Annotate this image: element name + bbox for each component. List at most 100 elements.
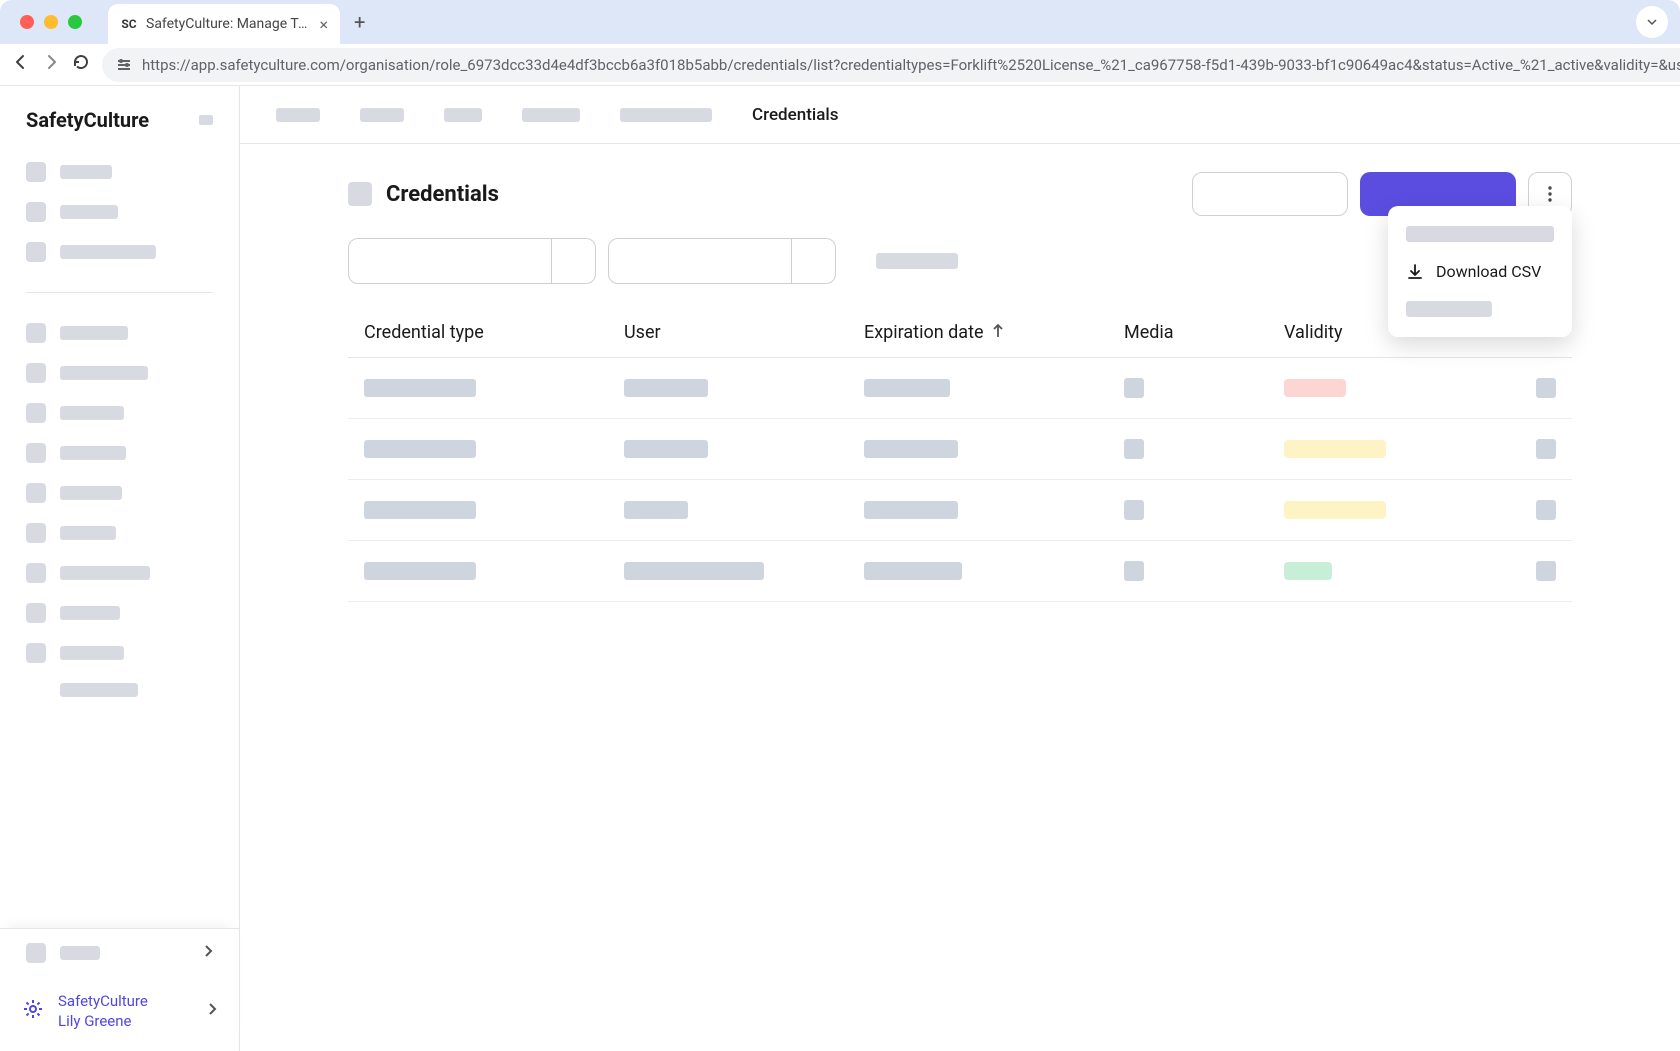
top-tab[interactable]: [276, 108, 320, 122]
row-action-button[interactable]: [1536, 561, 1556, 581]
nav-group-primary: [0, 142, 239, 282]
minimize-window-icon[interactable]: [44, 15, 58, 29]
nav-item[interactable]: [26, 313, 213, 353]
sidebar-bottom: SafetyCulture Lily Greene: [0, 928, 239, 1051]
nav-icon-placeholder: [26, 162, 46, 182]
address-bar[interactable]: https://app.safetyculture.com/organisati…: [102, 48, 1680, 82]
nav-label-placeholder: [60, 446, 126, 460]
cell-placeholder: [624, 562, 764, 580]
nav-icon-placeholder: [26, 643, 46, 663]
url-text: https://app.safetyculture.com/organisati…: [142, 56, 1680, 74]
nav-label-placeholder: [60, 946, 100, 960]
sidebar-collapse-icon[interactable]: [199, 115, 213, 125]
sidebar-bottom-item[interactable]: [0, 929, 239, 977]
nav-item[interactable]: [26, 353, 213, 393]
row-action-button[interactable]: [1536, 439, 1556, 459]
validity-badge-expiring: [1284, 440, 1386, 458]
top-tabs: Credentials: [240, 86, 1680, 144]
nav-item[interactable]: [26, 553, 213, 593]
nav-icon-placeholder: [26, 943, 46, 963]
column-header-expiration-label: Expiration date: [864, 322, 984, 343]
nav-icon-placeholder: [26, 483, 46, 503]
nav-item[interactable]: [26, 473, 213, 513]
nav-item[interactable]: [26, 192, 213, 232]
nav-icon-placeholder: [26, 603, 46, 623]
add-filter-button[interactable]: [876, 253, 958, 269]
filter-chip[interactable]: [348, 238, 552, 284]
nav-item[interactable]: [26, 433, 213, 473]
nav-item[interactable]: [26, 513, 213, 553]
filter-chip[interactable]: [608, 238, 792, 284]
forward-button[interactable]: [42, 53, 60, 76]
cell-placeholder: [864, 440, 958, 458]
media-placeholder: [1124, 561, 1144, 581]
org-info: SafetyCulture Lily Greene: [58, 991, 148, 1032]
nav-label-placeholder: [60, 606, 120, 620]
browser-chrome: SC SafetyCulture: Manage Teams and... × …: [0, 0, 1680, 86]
menu-item-label: Download CSV: [1436, 262, 1541, 281]
secondary-action-button[interactable]: [1192, 172, 1348, 216]
table-row[interactable]: [348, 419, 1572, 480]
row-action-button[interactable]: [1536, 378, 1556, 398]
maximize-window-icon[interactable]: [68, 15, 82, 29]
tab-overflow-button[interactable]: [1636, 6, 1668, 38]
media-placeholder: [1124, 378, 1144, 398]
nav-item[interactable]: [26, 633, 213, 673]
org-switcher[interactable]: SafetyCulture Lily Greene: [0, 977, 239, 1051]
filter-chip-toggle[interactable]: [792, 238, 836, 284]
tab-title: SafetyCulture: Manage Teams and...: [146, 16, 311, 32]
top-tab[interactable]: [360, 108, 404, 122]
table-row[interactable]: [348, 480, 1572, 541]
nav-icon-placeholder: [26, 363, 46, 383]
menu-item[interactable]: [1388, 291, 1572, 327]
menu-item-download-csv[interactable]: Download CSV: [1388, 252, 1572, 291]
arrow-right-icon: [42, 53, 60, 71]
tab-favicon-icon: SC: [120, 15, 138, 33]
back-button[interactable]: [12, 53, 30, 76]
sort-ascending-icon: [992, 322, 1004, 343]
sidebar-header: SafetyCulture: [0, 86, 239, 142]
table-row[interactable]: [348, 358, 1572, 419]
nav-item[interactable]: [26, 673, 213, 707]
column-header-expiration[interactable]: Expiration date: [864, 322, 1124, 343]
download-icon: [1406, 263, 1424, 281]
menu-item[interactable]: [1388, 216, 1572, 252]
close-tab-icon[interactable]: ×: [319, 15, 328, 34]
nav-item[interactable]: [26, 393, 213, 433]
close-window-icon[interactable]: [20, 15, 34, 29]
nav-item[interactable]: [26, 232, 213, 272]
column-header-type[interactable]: Credential type: [364, 322, 624, 343]
nav-label-placeholder: [60, 326, 128, 340]
top-tab[interactable]: [444, 108, 482, 122]
top-tab[interactable]: [620, 108, 712, 122]
cell-placeholder: [864, 562, 962, 580]
top-tab[interactable]: [522, 108, 580, 122]
nav-label-placeholder: [60, 646, 124, 660]
row-action-button[interactable]: [1536, 500, 1556, 520]
nav-icon-placeholder: [26, 202, 46, 222]
nav-item[interactable]: [26, 152, 213, 192]
chevron-right-icon: [203, 943, 213, 962]
page-title-group: Credentials: [348, 182, 499, 207]
nav-label-placeholder: [60, 406, 124, 420]
column-header-media[interactable]: Media: [1124, 322, 1284, 343]
site-settings-icon[interactable]: [116, 57, 132, 73]
nav-item[interactable]: [26, 593, 213, 633]
nav-label-placeholder: [60, 683, 138, 697]
table-row[interactable]: [348, 541, 1572, 602]
address-row: https://app.safetyculture.com/organisati…: [0, 44, 1680, 86]
browser-tab[interactable]: SC SafetyCulture: Manage Teams and... ×: [108, 4, 340, 44]
more-vertical-icon: [1548, 185, 1552, 203]
nav-label-placeholder: [60, 366, 148, 380]
nav-icon-placeholder: [26, 443, 46, 463]
filter-chip-toggle[interactable]: [552, 238, 596, 284]
new-tab-button[interactable]: +: [354, 10, 365, 34]
column-header-user[interactable]: User: [624, 322, 864, 343]
top-tab-credentials[interactable]: Credentials: [752, 105, 838, 125]
filter-combo-2: [608, 238, 836, 284]
brand-label: SafetyCulture: [26, 108, 149, 132]
filter-combo-1: [348, 238, 596, 284]
cell-placeholder: [624, 501, 688, 519]
reload-button[interactable]: [72, 53, 90, 76]
validity-badge-expired: [1284, 379, 1346, 397]
